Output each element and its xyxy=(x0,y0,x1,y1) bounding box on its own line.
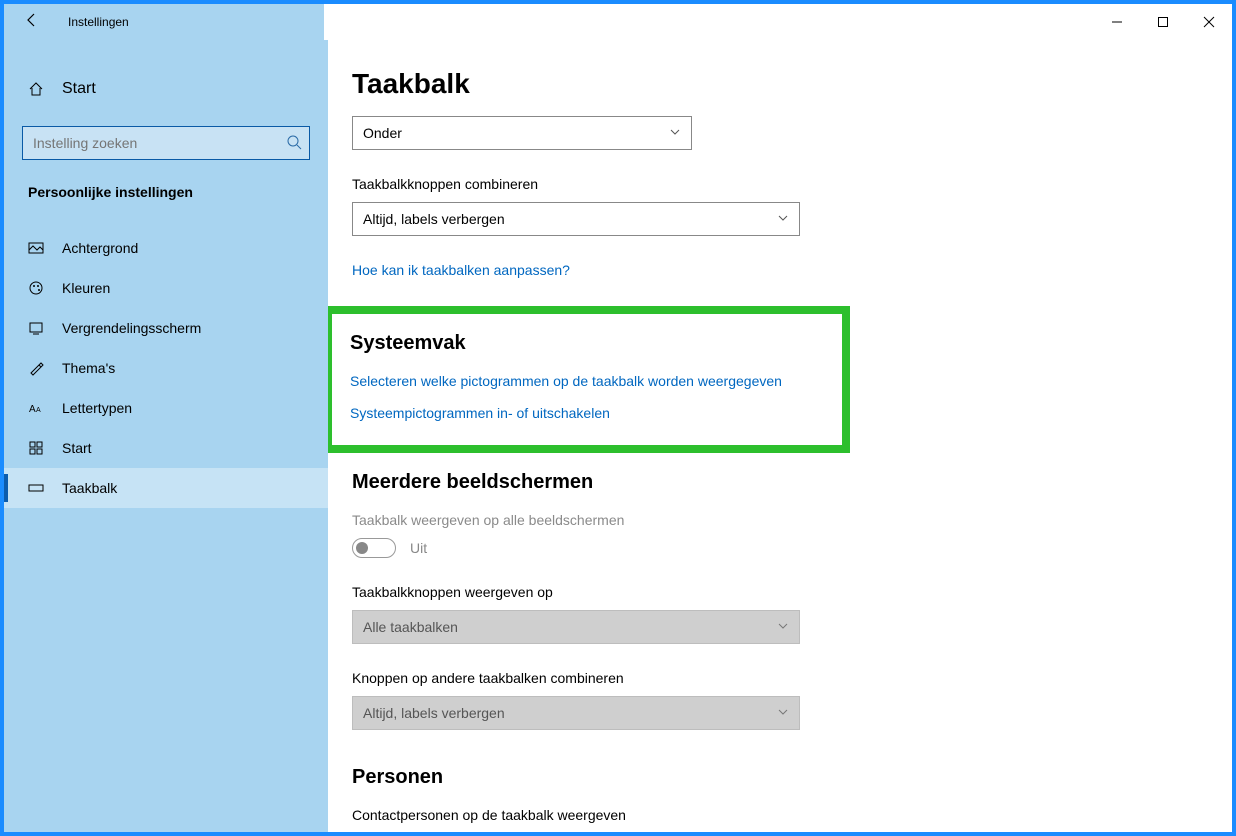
titlebar: Instellingen xyxy=(4,4,1232,40)
home-label: Start xyxy=(62,80,96,98)
maximize-button[interactable] xyxy=(1140,4,1186,40)
dropdown-value: Onder xyxy=(363,125,402,141)
sidebar-item-themes[interactable]: Thema's xyxy=(4,348,328,388)
chevron-down-icon xyxy=(777,211,789,227)
systray-system-icons-link[interactable]: Systeempictogrammen in- of uitschakelen xyxy=(350,405,824,421)
window-title: Instellingen xyxy=(68,15,129,29)
multi-toggle-state: Uit xyxy=(410,540,427,556)
close-button[interactable] xyxy=(1186,4,1232,40)
sidebar: Start Persoonlijke instellingen Achtergr… xyxy=(4,40,328,832)
svg-text:A: A xyxy=(29,404,36,415)
people-label: Contactpersonen op de taakbalk weergeven xyxy=(352,807,1232,823)
sidebar-item-background[interactable]: Achtergrond xyxy=(4,228,328,268)
multi-toggle[interactable] xyxy=(352,538,396,558)
sidebar-item-colors[interactable]: Kleuren xyxy=(4,268,328,308)
dropdown-value: Altijd, labels verbergen xyxy=(363,211,505,227)
sidebar-item-label: Start xyxy=(62,440,92,456)
sidebar-item-label: Lettertypen xyxy=(62,400,132,416)
dropdown-value: Alle taakbalken xyxy=(363,619,458,635)
systray-heading: Systeemvak xyxy=(350,332,824,355)
search-icon xyxy=(286,134,302,155)
back-icon[interactable] xyxy=(24,12,40,33)
dropdown-value: Altijd, labels verbergen xyxy=(363,705,505,721)
multi-combine-dropdown: Altijd, labels verbergen xyxy=(352,696,800,730)
chevron-down-icon xyxy=(669,125,681,141)
page-title: Taakbalk xyxy=(352,68,1232,100)
sidebar-item-label: Achtergrond xyxy=(62,240,138,256)
main-content: Taakbalk Onder Taakbalkknoppen combinere… xyxy=(328,40,1232,832)
multi-show-on-dropdown: Alle taakbalken xyxy=(352,610,800,644)
multi-show-on-label: Taakbalkknoppen weergeven op xyxy=(352,584,1232,600)
multi-toggle-label: Taakbalk weergeven op alle beeldschermen xyxy=(352,512,1232,528)
combine-buttons-dropdown[interactable]: Altijd, labels verbergen xyxy=(352,202,800,236)
search-input[interactable] xyxy=(22,126,310,160)
sidebar-item-lockscreen[interactable]: Vergrendelingsscherm xyxy=(4,308,328,348)
chevron-down-icon xyxy=(777,705,789,721)
taskbar-location-dropdown[interactable]: Onder xyxy=(352,116,692,150)
sidebar-item-start[interactable]: Start xyxy=(4,428,328,468)
sidebar-item-label: Kleuren xyxy=(62,280,110,296)
people-heading: Personen xyxy=(352,766,1232,789)
multi-displays-heading: Meerdere beeldschermen xyxy=(352,471,1232,494)
sidebar-item-label: Thema's xyxy=(62,360,115,376)
sidebar-item-label: Vergrendelingsscherm xyxy=(62,320,201,336)
sidebar-item-fonts[interactable]: AA Lettertypen xyxy=(4,388,328,428)
customize-taskbars-link[interactable]: Hoe kan ik taakbalken aanpassen? xyxy=(352,262,1232,278)
multi-combine-label: Knoppen op andere taakbalken combineren xyxy=(352,670,1232,686)
svg-text:A: A xyxy=(36,407,41,414)
systray-highlight-box: Systeemvak Selecteren welke pictogrammen… xyxy=(328,306,850,453)
sidebar-item-taskbar[interactable]: Taakbalk xyxy=(4,468,328,508)
systray-select-icons-link[interactable]: Selecteren welke pictogrammen op de taak… xyxy=(350,373,824,389)
sidebar-section-label: Persoonlijke instellingen xyxy=(4,184,328,200)
sidebar-item-label: Taakbalk xyxy=(62,480,117,496)
combine-buttons-label: Taakbalkknoppen combineren xyxy=(352,176,1232,192)
home-button[interactable]: Start xyxy=(4,70,328,108)
chevron-down-icon xyxy=(777,619,789,635)
minimize-button[interactable] xyxy=(1094,4,1140,40)
